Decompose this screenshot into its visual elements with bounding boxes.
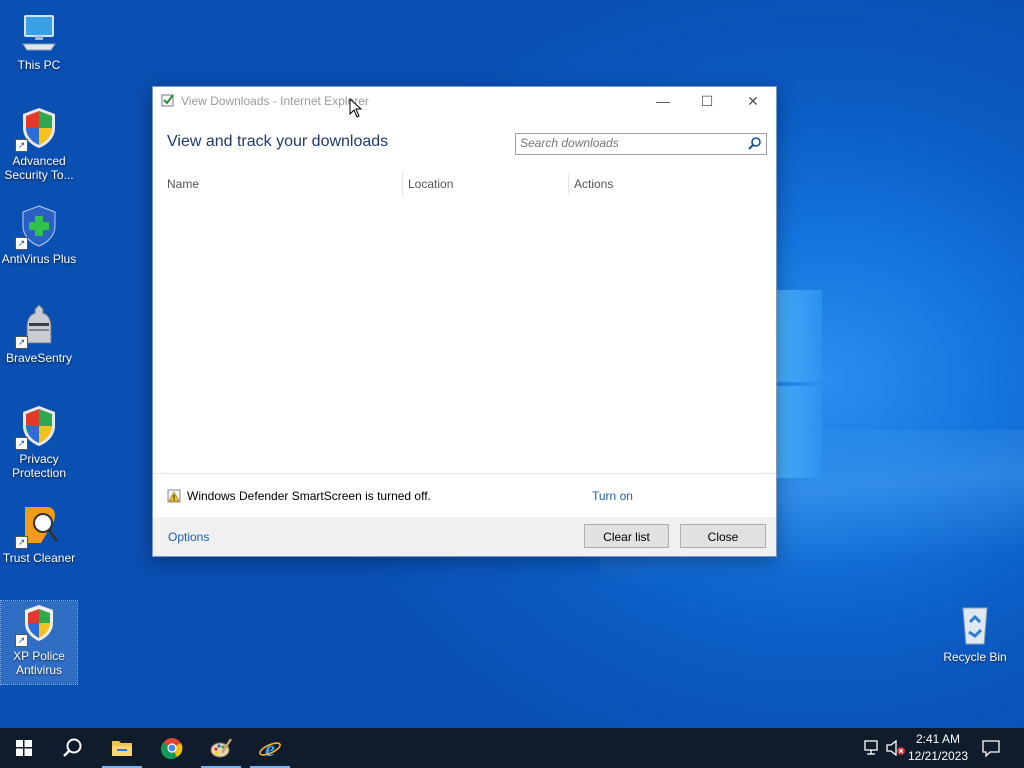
column-location[interactable]: Location (408, 177, 453, 191)
desktop-icon-privacy-protection[interactable]: ↗ Privacy Protection (1, 404, 77, 480)
downloads-heading: View and track your downloads (167, 133, 389, 150)
chrome-icon (161, 738, 183, 759)
close-button[interactable]: Close (680, 524, 766, 548)
desktop-icon-antivirus-plus[interactable]: ↗ AntiVirus Plus (1, 204, 77, 266)
column-name[interactable]: Name (167, 177, 199, 191)
shield-icon: ↗ (15, 601, 61, 647)
volume-muted-icon[interactable] (886, 740, 906, 756)
svg-text:e: e (265, 736, 275, 760)
search-taskbar-button[interactable] (48, 728, 96, 768)
turn-on-link[interactable]: Turn on (592, 489, 633, 503)
magnifier-cleaner-icon: ↗ (15, 503, 61, 549)
downloads-column-header: Name Location Actions (153, 173, 776, 195)
maximize-button[interactable]: ☐ (684, 87, 730, 115)
smartscreen-notice: Windows Defender SmartScreen is turned o… (153, 473, 776, 518)
windows-logo-wallpaper (776, 290, 822, 480)
close-window-button[interactable]: ✕ (730, 87, 776, 115)
desktop-icon-recycle-bin[interactable]: Recycle Bin (937, 602, 1013, 664)
close-icon: ✕ (747, 93, 759, 109)
view-downloads-window: View Downloads - Internet Explorer — ☐ ✕… (152, 86, 777, 557)
computer-icon (17, 10, 61, 54)
options-link[interactable]: Options (168, 530, 209, 544)
shield-plus-icon: ↗ (15, 204, 61, 250)
windows-start-icon (16, 740, 32, 756)
clear-list-button[interactable]: Clear list (584, 524, 669, 548)
warning-shield-icon (167, 489, 181, 503)
clock-time: 2:41 AM (915, 732, 961, 746)
maximize-icon: ☐ (700, 93, 714, 109)
minimize-icon: — (656, 93, 670, 109)
clock-date: 12/21/2023 (907, 749, 969, 763)
desktop-icon-this-pc[interactable]: This PC (1, 10, 77, 72)
smartscreen-status-text: Windows Defender SmartScreen is turned o… (187, 489, 431, 503)
folder-icon (112, 741, 132, 756)
start-button[interactable] (0, 728, 48, 768)
dialog-footer: Options Clear list Close (153, 517, 776, 556)
minimize-button[interactable]: — (640, 87, 686, 115)
search-icon[interactable] (748, 136, 762, 150)
column-actions[interactable]: Actions (574, 177, 613, 191)
chrome-taskbar-button[interactable] (148, 728, 196, 768)
mouse-cursor-icon (349, 98, 363, 118)
desktop-icon-trust-cleaner[interactable]: ↗ Trust Cleaner (1, 503, 77, 565)
knight-helmet-icon: ↗ (15, 303, 61, 349)
taskbar: e 2:41 AM 12/21/2023 (0, 728, 1024, 768)
desktop-icon-xp-police-antivirus[interactable]: ↗ XP Police Antivirus (0, 600, 78, 685)
recycle-bin-icon (953, 602, 997, 646)
window-title: View Downloads - Internet Explorer (181, 94, 369, 108)
network-icon[interactable] (862, 740, 880, 756)
clock[interactable]: 2:41 AM 12/21/2023 (906, 732, 970, 763)
title-bar[interactable]: View Downloads - Internet Explorer — ☐ ✕ (153, 87, 776, 115)
internet-explorer-taskbar-button[interactable]: e (246, 728, 294, 768)
column-divider (402, 173, 403, 195)
shield-icon: ↗ (15, 404, 61, 450)
notification-center-icon[interactable] (982, 740, 1000, 757)
search-box[interactable] (515, 133, 767, 155)
search-icon (63, 738, 82, 757)
paint-taskbar-button[interactable] (197, 728, 245, 768)
internet-explorer-icon: e (259, 736, 281, 760)
paint-palette-icon (210, 738, 232, 758)
downloads-check-icon (161, 93, 175, 107)
search-input[interactable] (516, 134, 744, 152)
shield-icon: ↗ (15, 106, 61, 152)
desktop-icon-bravesentry[interactable]: ↗ BraveSentry (1, 303, 77, 365)
file-explorer-taskbar-button[interactable] (98, 728, 146, 768)
column-divider (568, 173, 569, 195)
desktop-icon-advanced-security[interactable]: ↗ Advanced Security To... (1, 106, 77, 182)
